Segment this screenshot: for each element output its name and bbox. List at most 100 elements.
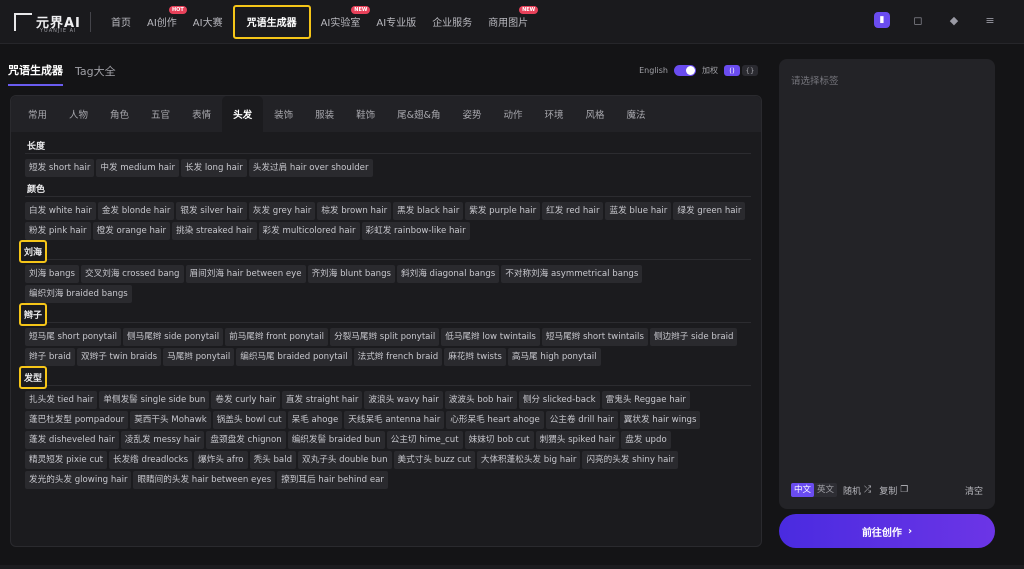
- tag-chip[interactable]: 心形呆毛 heart ahoge: [446, 411, 544, 429]
- category-tab[interactable]: 环境: [534, 96, 575, 132]
- tag-chip[interactable]: 爆炸头 afro: [194, 451, 248, 469]
- category-tab[interactable]: 风格: [575, 96, 616, 132]
- tag-chip[interactable]: 直发 straight hair: [281, 391, 363, 409]
- tag-chip[interactable]: 翼状发 hair wings: [619, 411, 701, 429]
- tag-chip[interactable]: 蓝发 blue hair: [605, 202, 672, 220]
- tag-chip[interactable]: 彩发 multicolored hair: [258, 222, 360, 240]
- nav-item-5[interactable]: AI专业版: [368, 0, 424, 44]
- tag-chip[interactable]: 不对称刘海 asymmetrical bangs: [501, 265, 643, 283]
- tag-chip[interactable]: 低马尾辫 low twintails: [441, 328, 540, 346]
- weight-paren-button[interactable]: (): [724, 65, 740, 76]
- tag-chip[interactable]: 刘海 bangs: [25, 265, 80, 283]
- main-tab-1[interactable]: Tag大全: [75, 56, 116, 86]
- tag-chip[interactable]: 灰发 grey hair: [248, 202, 316, 220]
- category-tab[interactable]: 人物: [58, 96, 99, 132]
- tag-chip[interactable]: 莫西干头 Mohawk: [130, 411, 211, 429]
- clear-button[interactable]: 清空: [965, 484, 983, 497]
- lang-cn-option[interactable]: 中文: [791, 483, 815, 497]
- tag-chip[interactable]: 编织发髻 braided bun: [287, 431, 385, 449]
- tag-chip[interactable]: 侧边辫子 side braid: [649, 328, 738, 346]
- nav-item-3[interactable]: 咒语生成器: [232, 4, 311, 39]
- nav-item-7[interactable]: 商用图片 NEW: [480, 0, 539, 44]
- tag-chip[interactable]: 绿发 green hair: [673, 202, 746, 220]
- tag-chip[interactable]: 前马尾辫 front ponytail: [225, 328, 329, 346]
- tag-chip[interactable]: 长发绺 dreadlocks: [108, 451, 193, 469]
- tag-chip[interactable]: 闪亮的头发 shiny hair: [582, 451, 679, 469]
- tag-chip[interactable]: 彩虹发 rainbow-like hair: [361, 222, 470, 240]
- tag-chip[interactable]: 法式辫 french braid: [353, 348, 443, 366]
- tag-chip[interactable]: 马尾辫 ponytail: [163, 348, 235, 366]
- tag-chip[interactable]: 金发 blonde hair: [97, 202, 175, 220]
- tag-chip[interactable]: 蓬巴杜发型 pompadour: [25, 411, 129, 429]
- english-toggle[interactable]: [674, 65, 696, 76]
- nav-item-2[interactable]: AI大赛: [185, 0, 231, 44]
- tag-chip[interactable]: 黑发 black hair: [393, 202, 464, 220]
- category-tab[interactable]: 角色: [99, 96, 140, 132]
- tag-chip[interactable]: 齐刘海 blunt bangs: [307, 265, 396, 283]
- nav-item-1[interactable]: AI创作 HOT: [139, 0, 187, 44]
- tag-chip[interactable]: 公主卷 drill hair: [545, 411, 618, 429]
- tag-chip[interactable]: 盘发 updo: [621, 431, 671, 449]
- category-tab[interactable]: 服装: [304, 96, 345, 132]
- tag-chip[interactable]: 盘颈盘发 chignon: [206, 431, 286, 449]
- tag-chip[interactable]: 交叉刘海 crossed bang: [81, 265, 184, 283]
- weight-brace-button[interactable]: {}: [742, 65, 758, 76]
- tag-chip[interactable]: 扎头发 tied hair: [25, 391, 98, 409]
- tag-chip[interactable]: 发光的头发 glowing hair: [25, 471, 132, 489]
- category-tab[interactable]: 姿势: [451, 96, 492, 132]
- tag-chip[interactable]: 眉间刘海 hair between eye: [185, 265, 306, 283]
- tag-chip[interactable]: 高马尾 high ponytail: [507, 348, 601, 366]
- tag-chip[interactable]: 头发过肩 hair over shoulder: [248, 159, 373, 177]
- language-switch[interactable]: 中文 英文: [791, 483, 838, 497]
- tag-chip[interactable]: 妹妹切 bob cut: [464, 431, 534, 449]
- tag-chip[interactable]: 蓬发 disheveled hair: [25, 431, 119, 449]
- tag-chip[interactable]: 侧马尾辫 side ponytail: [123, 328, 224, 346]
- tag-chip[interactable]: 红发 red hair: [542, 202, 604, 220]
- tag-chip[interactable]: 卷发 curly hair: [211, 391, 280, 409]
- tag-chip[interactable]: 大体积蓬松头发 big hair: [476, 451, 581, 469]
- tag-chip[interactable]: 斜刘海 diagonal bangs: [397, 265, 500, 283]
- tag-chip[interactable]: 银发 silver hair: [176, 202, 247, 220]
- random-button[interactable]: 随机 ⤮: [843, 484, 871, 497]
- message-icon[interactable]: ◻: [910, 12, 926, 28]
- tag-chip[interactable]: 单侧发髻 single side bun: [99, 391, 210, 409]
- nav-item-4[interactable]: AI实验室 NEW: [313, 0, 371, 44]
- tag-chip[interactable]: 锅盖头 bowl cut: [212, 411, 286, 429]
- category-tab[interactable]: 鞋饰: [345, 96, 386, 132]
- tag-chip[interactable]: 麻花辫 twists: [444, 348, 506, 366]
- category-tab[interactable]: 装饰: [263, 96, 304, 132]
- tag-chip[interactable]: 秃头 bald: [249, 451, 297, 469]
- tag-chip[interactable]: 中发 medium hair: [96, 159, 179, 177]
- nav-item-6[interactable]: 企业服务: [424, 0, 480, 44]
- tag-chip[interactable]: 辫子 braid: [25, 348, 76, 366]
- tag-chip[interactable]: 天线呆毛 antenna hair: [344, 411, 445, 429]
- tag-chip[interactable]: 分裂马尾辫 split ponytail: [330, 328, 440, 346]
- app-icon[interactable]: ▮: [874, 12, 890, 28]
- category-tab[interactable]: 魔法: [616, 96, 657, 132]
- tag-chip[interactable]: 凌乱发 messy hair: [120, 431, 205, 449]
- tag-chip[interactable]: 公主切 hime_cut: [386, 431, 463, 449]
- copy-button[interactable]: 复制 ❐: [879, 484, 908, 497]
- tag-chip[interactable]: 编织马尾 braided ponytail: [236, 348, 352, 366]
- tag-chip[interactable]: 白发 white hair: [25, 202, 96, 220]
- tag-chip[interactable]: 编织刘海 braided bangs: [25, 285, 132, 303]
- category-tab[interactable]: 表情: [181, 96, 222, 132]
- tag-chip[interactable]: 波浪头 wavy hair: [364, 391, 443, 409]
- tag-chip[interactable]: 雷鬼头 Reggae hair: [601, 391, 690, 409]
- tag-chip[interactable]: 双辫子 twin braids: [77, 348, 162, 366]
- tag-chip[interactable]: 刺猬头 spiked hair: [535, 431, 620, 449]
- category-tab[interactable]: 动作: [492, 96, 533, 132]
- avatar[interactable]: ◆: [946, 12, 962, 28]
- lang-en-option[interactable]: 英文: [814, 483, 837, 497]
- menu-icon[interactable]: ≡: [982, 12, 998, 28]
- tag-chip[interactable]: 侧分 slicked-back: [518, 391, 600, 409]
- tag-chip[interactable]: 短马尾辫 short twintails: [541, 328, 648, 346]
- tag-chip[interactable]: 挑染 streaked hair: [172, 222, 257, 240]
- tag-chip[interactable]: 眼睛间的头发 hair between eyes: [133, 471, 276, 489]
- go-create-button[interactable]: 前往创作 ›: [779, 514, 995, 548]
- tag-chip[interactable]: 美式寸头 buzz cut: [393, 451, 475, 469]
- nav-item-0[interactable]: 首页: [103, 0, 139, 44]
- category-tab[interactable]: 尾&翅&角: [386, 96, 451, 132]
- tag-chip[interactable]: 短发 short hair: [25, 159, 95, 177]
- tag-chip[interactable]: 呆毛 ahoge: [287, 411, 343, 429]
